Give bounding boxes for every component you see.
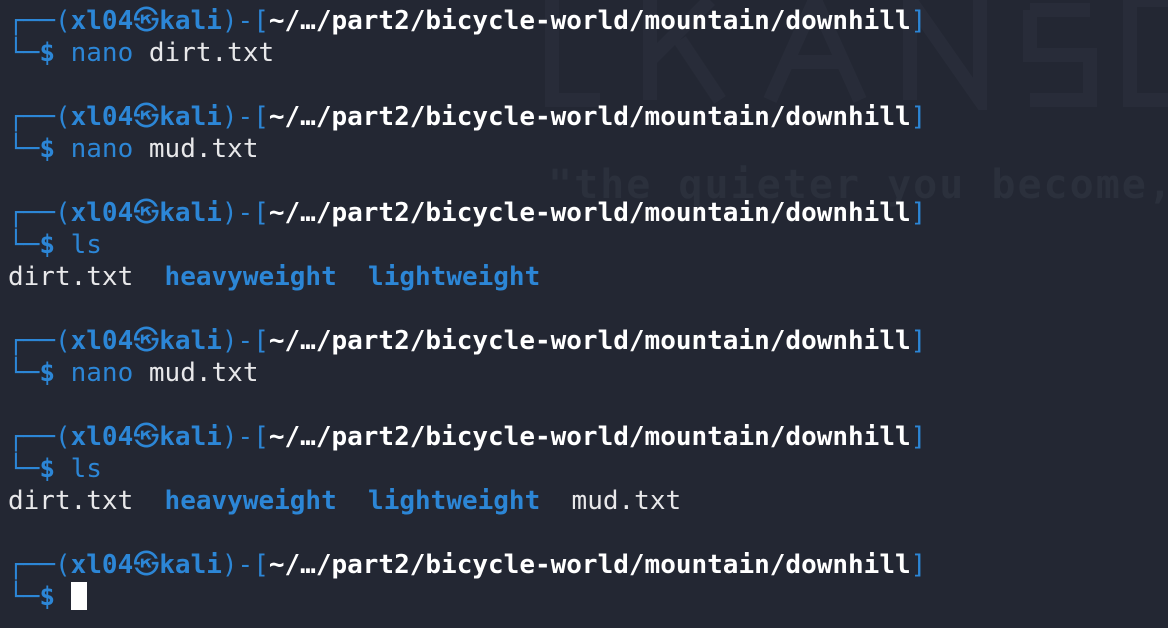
prompt-path: ~/…/part2/bicycle-world/mountain/downhil… [268, 198, 911, 228]
prompt-path: ~/…/part2/bicycle-world/mountain/downhil… [268, 102, 911, 132]
terminal-window[interactable]: "the quieter you become, ┌──(xl04㉿kali)-… [0, 0, 1168, 628]
prompt-user: xl04 [70, 6, 134, 36]
prompt-line: ┌──(xl04㉿kali)-[~/…/part2/bicycle-world/… [8, 550, 927, 580]
prompt-path: ~/…/part2/bicycle-world/mountain/downhil… [268, 550, 911, 580]
directory-entry: lightweight [368, 262, 541, 292]
prompt-user: xl04 [70, 422, 134, 452]
directory-entry: heavyweight [164, 262, 337, 292]
prompt-host: kali [159, 422, 222, 452]
command-argument: mud.txt [148, 134, 259, 164]
command-line: └─$ ls [8, 454, 102, 484]
prompt-user: xl04 [70, 198, 134, 228]
ls-output: dirt.txt heavyweight lightweight mud.txt [8, 485, 681, 517]
skull-icon: ㉿ [133, 422, 160, 452]
prompt-line: ┌──(xl04㉿kali)-[~/…/part2/bicycle-world/… [8, 6, 927, 36]
prompt-line: ┌──(xl04㉿kali)-[~/…/part2/bicycle-world/… [8, 422, 927, 452]
command-name: ls [70, 454, 102, 484]
prompt-host: kali [159, 102, 222, 132]
skull-icon: ㉿ [133, 6, 160, 36]
file-entry: mud.txt [571, 486, 682, 516]
skull-icon: ㉿ [133, 198, 160, 228]
command-line: └─$ nano dirt.txt [8, 38, 275, 68]
command-line: └─$ nano mud.txt [8, 134, 259, 164]
prompt-host: kali [159, 6, 222, 36]
command-name: nano [70, 358, 134, 388]
command-name: nano [70, 134, 134, 164]
prompt-path: ~/…/part2/bicycle-world/mountain/downhil… [268, 326, 911, 356]
text-cursor[interactable] [70, 582, 87, 610]
prompt-line: ┌──(xl04㉿kali)-[~/…/part2/bicycle-world/… [8, 102, 927, 132]
file-entry: dirt.txt [8, 262, 134, 292]
skull-icon: ㉿ [133, 326, 160, 356]
active-command-line[interactable]: └─$ [8, 581, 87, 613]
prompt-user: xl04 [70, 550, 134, 580]
prompt-path: ~/…/part2/bicycle-world/mountain/downhil… [268, 422, 911, 452]
skull-icon: ㉿ [133, 102, 160, 132]
directory-entry: lightweight [368, 486, 541, 516]
ls-output: dirt.txt heavyweight lightweight [8, 261, 540, 293]
command-name: nano [70, 38, 134, 68]
prompt-line: ┌──(xl04㉿kali)-[~/…/part2/bicycle-world/… [8, 198, 927, 228]
skull-icon: ㉿ [133, 550, 160, 580]
command-argument: dirt.txt [148, 38, 275, 68]
prompt-path: ~/…/part2/bicycle-world/mountain/downhil… [268, 6, 911, 36]
prompt-user: xl04 [70, 102, 134, 132]
prompt-line: ┌──(xl04㉿kali)-[~/…/part2/bicycle-world/… [8, 326, 927, 356]
command-argument: mud.txt [148, 358, 259, 388]
prompt-user: xl04 [70, 326, 134, 356]
command-name: ls [70, 230, 102, 260]
prompt-host: kali [159, 550, 222, 580]
file-entry: dirt.txt [8, 486, 134, 516]
prompt-host: kali [159, 198, 222, 228]
command-line: └─$ nano mud.txt [8, 358, 259, 388]
prompt-host: kali [159, 326, 222, 356]
command-line: └─$ ls [8, 230, 102, 260]
directory-entry: heavyweight [164, 486, 337, 516]
